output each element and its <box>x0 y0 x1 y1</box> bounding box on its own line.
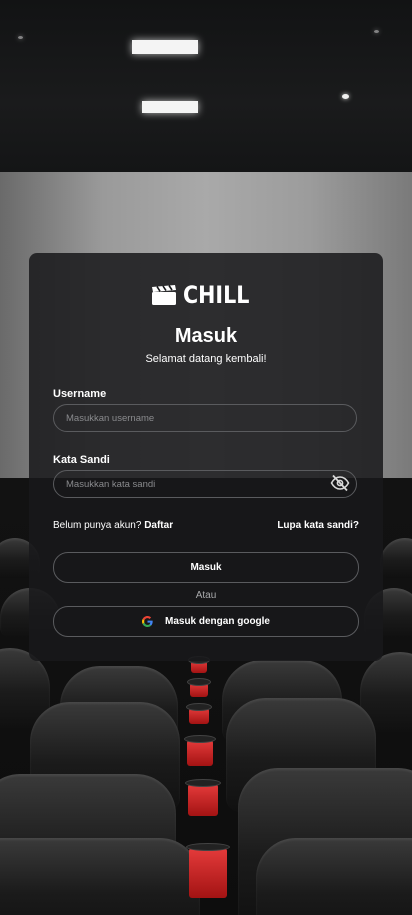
register-link[interactable]: Daftar <box>144 520 173 531</box>
login-button[interactable]: Masuk <box>53 552 359 583</box>
seat <box>0 838 200 915</box>
forgot-password-link[interactable]: Lupa kata sandi? <box>277 520 359 531</box>
ceiling-spotlight <box>18 36 23 39</box>
eye-off-icon[interactable] <box>330 474 350 492</box>
no-account-text: Belum punya akun? <box>53 520 142 531</box>
cup <box>185 779 221 816</box>
register-prompt: Belum punya akun? Daftar <box>53 520 173 531</box>
password-label: Kata Sandi <box>53 454 110 466</box>
seat <box>380 538 412 578</box>
cup <box>188 656 210 673</box>
username-label: Username <box>53 388 107 400</box>
ceiling-spotlight <box>342 94 349 99</box>
brand-name: CHILL <box>183 281 250 309</box>
brand-logo: CHILL <box>29 281 383 309</box>
password-input[interactable] <box>53 470 357 498</box>
ceiling-light <box>142 101 198 113</box>
google-icon <box>141 616 153 627</box>
cup <box>184 735 216 766</box>
cup <box>187 678 211 697</box>
login-card: CHILL Masuk Selamat datang kembali! User… <box>29 253 383 661</box>
google-button-label: Masuk dengan google <box>164 616 270 627</box>
cup <box>186 843 230 898</box>
ceiling <box>0 0 412 172</box>
page-title: Masuk <box>174 325 238 347</box>
clapperboard-icon <box>152 285 177 305</box>
login-button-label: Masuk <box>190 562 222 573</box>
ceiling-spotlight <box>374 30 379 33</box>
google-login-button[interactable]: Masuk dengan google <box>53 606 359 637</box>
cup <box>186 703 212 724</box>
page-subtitle: Selamat datang kembali! <box>145 353 267 365</box>
separator-text: Atau <box>195 590 217 601</box>
seat <box>256 838 412 915</box>
ceiling-light <box>132 40 198 54</box>
username-input[interactable] <box>53 404 357 432</box>
